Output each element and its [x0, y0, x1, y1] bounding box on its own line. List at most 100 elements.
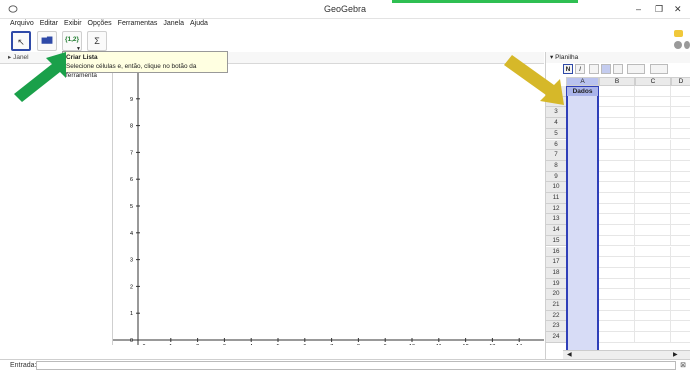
table-cell[interactable]: [635, 289, 671, 300]
table-cell[interactable]: [599, 86, 635, 97]
menu-arquivo[interactable]: Arquivo: [10, 18, 34, 29]
menu-janela[interactable]: Janela: [163, 18, 184, 29]
column-header-c[interactable]: C: [635, 77, 671, 86]
create-list-tool-button[interactable]: {1,2} ▼: [62, 31, 82, 52]
table-cell[interactable]: [599, 193, 635, 204]
table-cell[interactable]: [671, 311, 690, 322]
menu-ajuda[interactable]: Ajuda: [190, 18, 208, 29]
table-cell[interactable]: [599, 246, 635, 258]
table-cell[interactable]: [599, 139, 635, 151]
table-cell[interactable]: [671, 247, 690, 258]
scroll-left-icon[interactable]: ◀: [567, 351, 572, 358]
row-header[interactable]: 21: [546, 300, 566, 311]
table-cell[interactable]: [671, 225, 690, 236]
table-cell[interactable]: [635, 160, 671, 172]
table-cell[interactable]: [599, 300, 635, 311]
table-cell[interactable]: [671, 107, 690, 119]
table-cell[interactable]: [671, 140, 690, 151]
row-header[interactable]: 17: [546, 257, 566, 268]
row-header[interactable]: 23: [546, 321, 566, 333]
italic-button[interactable]: I: [575, 64, 585, 74]
table-cell[interactable]: [635, 321, 671, 333]
table-cell[interactable]: [671, 279, 690, 290]
table-cell[interactable]: [599, 150, 635, 161]
table-cell[interactable]: [599, 321, 635, 333]
table-cell[interactable]: [599, 214, 635, 226]
input-help-icon[interactable]: ⊠: [678, 361, 688, 370]
table-cell[interactable]: [635, 235, 671, 247]
table-cell[interactable]: [599, 171, 635, 183]
graphics-view[interactable]: 0123456789 01234567891011121314: [113, 52, 544, 345]
row-header[interactable]: 5: [546, 128, 566, 140]
table-cell[interactable]: [635, 128, 671, 140]
table-cell[interactable]: [599, 225, 635, 236]
fill-color-dropdown[interactable]: [627, 64, 645, 74]
table-cell[interactable]: [671, 321, 690, 333]
table-cell[interactable]: [635, 203, 671, 215]
table-cell[interactable]: [599, 235, 635, 247]
help-icon[interactable]: [674, 41, 682, 49]
row-header[interactable]: 9: [546, 171, 566, 183]
table-cell[interactable]: [599, 257, 635, 268]
row-header[interactable]: 13: [546, 214, 566, 226]
table-cell[interactable]: [599, 310, 635, 322]
table-cell[interactable]: [635, 150, 671, 161]
table-cell[interactable]: [635, 278, 671, 290]
table-cell[interactable]: [671, 257, 690, 268]
menu-exibir[interactable]: Exibir: [64, 18, 82, 29]
table-cell[interactable]: [599, 107, 635, 119]
table-cell[interactable]: [671, 193, 690, 204]
table-cell[interactable]: [671, 289, 690, 300]
row-header[interactable]: 16: [546, 246, 566, 258]
table-cell[interactable]: [671, 172, 690, 183]
table-cell[interactable]: [635, 332, 671, 343]
table-cell[interactable]: [635, 96, 671, 108]
table-cell[interactable]: [671, 161, 690, 172]
row-header[interactable]: 15: [546, 235, 566, 247]
menu-ferramentas[interactable]: Ferramentas: [118, 18, 158, 29]
table-cell[interactable]: [671, 97, 690, 108]
table-cell[interactable]: [599, 118, 635, 129]
close-button[interactable]: ✕: [674, 4, 682, 15]
row-header[interactable]: 14: [546, 225, 566, 236]
table-cell[interactable]: [599, 128, 635, 140]
table-cell[interactable]: [671, 150, 690, 161]
menu-editar[interactable]: Editar: [40, 18, 58, 29]
table-cell[interactable]: [635, 214, 671, 226]
table-cell[interactable]: [635, 246, 671, 258]
row-header[interactable]: 22: [546, 310, 566, 322]
minimize-button[interactable]: –: [636, 4, 641, 14]
table-cell[interactable]: [599, 96, 635, 108]
align-right-button[interactable]: [613, 64, 623, 74]
selected-column-a[interactable]: [566, 86, 599, 359]
row-header[interactable]: 7: [546, 150, 566, 161]
column-header-d[interactable]: D: [671, 77, 690, 86]
row-header[interactable]: 18: [546, 267, 566, 279]
settings-icon[interactable]: [684, 41, 690, 49]
table-cell[interactable]: [671, 118, 690, 129]
table-cell[interactable]: [599, 332, 635, 343]
table-cell[interactable]: [599, 278, 635, 290]
analysis-tool-button[interactable]: ▆▇: [37, 31, 57, 51]
table-cell[interactable]: [599, 182, 635, 193]
table-cell[interactable]: [635, 267, 671, 279]
table-cell[interactable]: [635, 300, 671, 311]
table-cell[interactable]: [671, 182, 690, 193]
row-header[interactable]: 8: [546, 160, 566, 172]
table-cell[interactable]: [671, 236, 690, 247]
table-cell[interactable]: [599, 289, 635, 300]
undo-icon[interactable]: [674, 30, 683, 37]
table-cell[interactable]: [635, 182, 671, 193]
border-style-dropdown[interactable]: [650, 64, 668, 74]
table-cell[interactable]: [635, 257, 671, 268]
move-tool-button[interactable]: ↖: [11, 31, 31, 51]
row-header[interactable]: 20: [546, 289, 566, 300]
row-header[interactable]: 6: [546, 139, 566, 151]
row-header[interactable]: 10: [546, 182, 566, 193]
menu-opcoes[interactable]: Opções: [88, 18, 112, 29]
column-header-b[interactable]: B: [599, 77, 635, 86]
table-cell[interactable]: [635, 310, 671, 322]
table-cell[interactable]: [635, 193, 671, 204]
sum-tool-button[interactable]: Σ: [87, 31, 107, 51]
table-cell[interactable]: [671, 204, 690, 215]
